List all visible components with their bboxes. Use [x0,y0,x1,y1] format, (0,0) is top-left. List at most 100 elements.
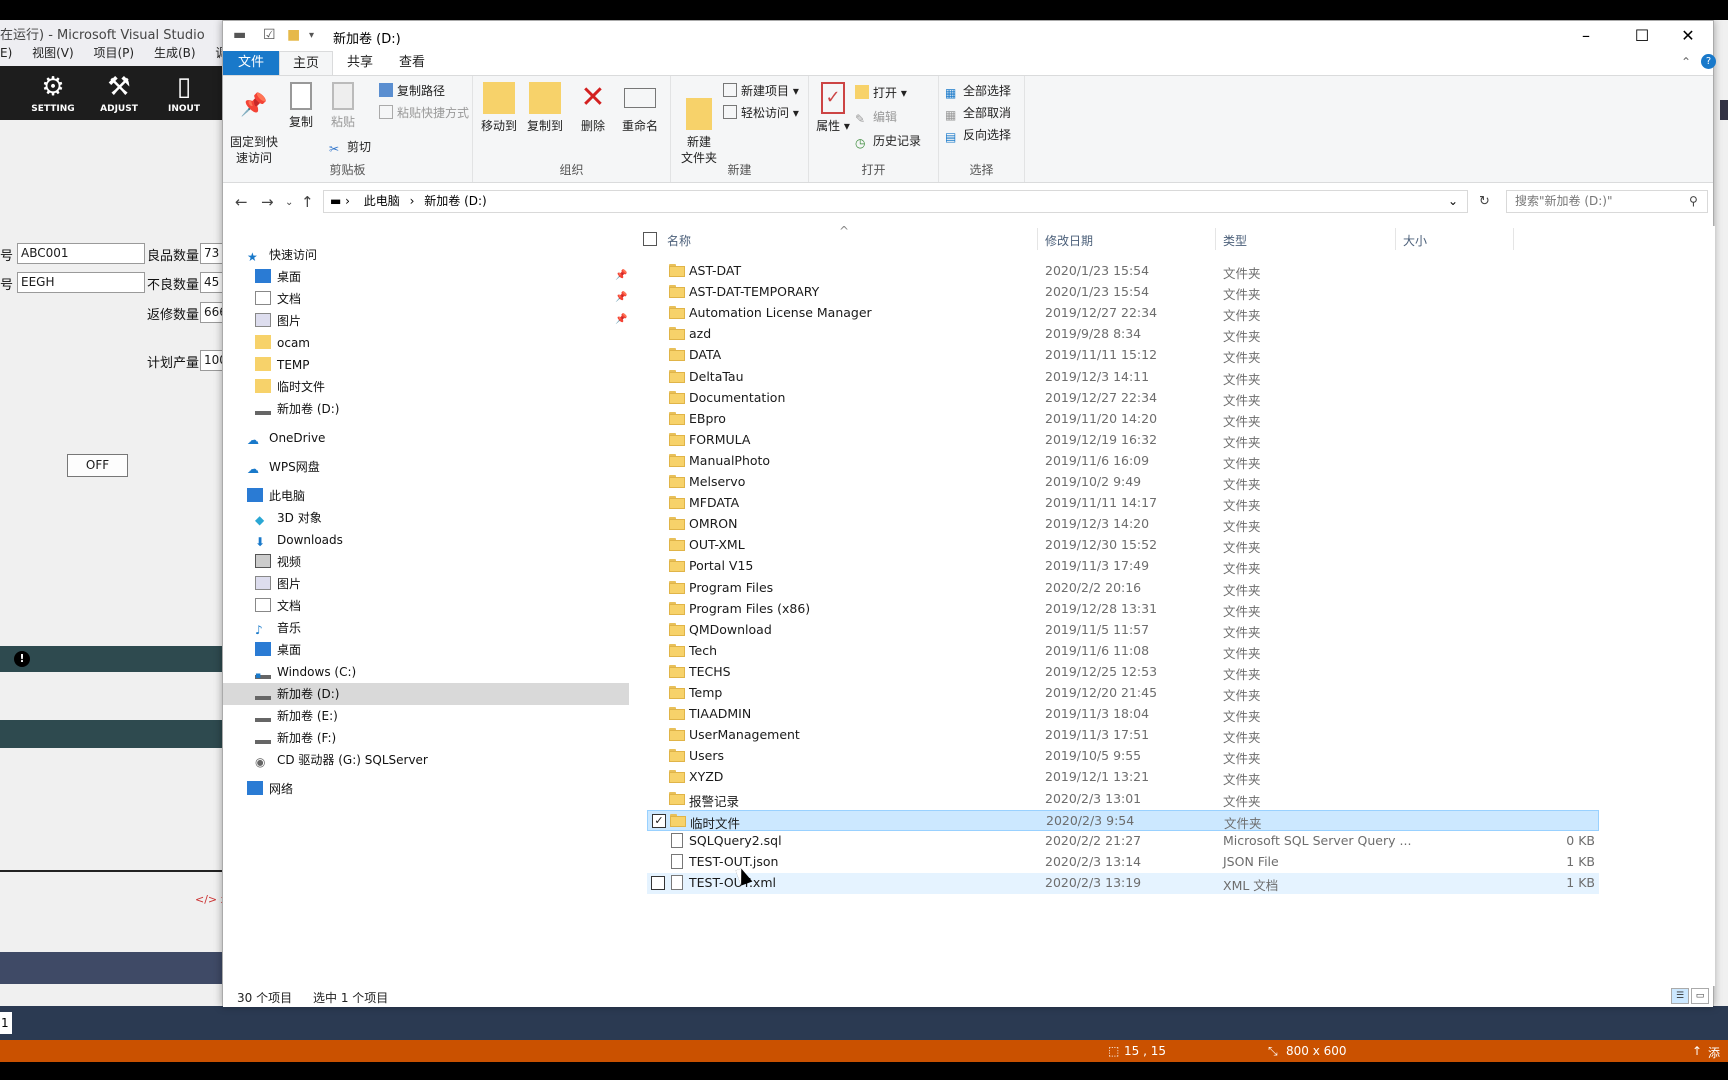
nav-quick-documents[interactable]: 文档 [255,288,301,310]
pin-quick-access-button[interactable]: 📌 固定到快 速访问 [229,82,279,166]
nav-drive-d[interactable]: 新加卷 (D:) [223,683,629,705]
nav-quick-access[interactable]: ★ 快速访问 [247,244,317,266]
tab-view[interactable]: 查看 [387,51,437,75]
search-icon[interactable]: ⚲ [1689,194,1698,208]
file-row[interactable]: SQLQuery2.sql 2020/2/2 21:27 Microsoft SQL… [647,831,1599,852]
easy-access-button[interactable]: 轻松访问 ▾ [723,104,799,122]
nav-3d-objects[interactable]: ◆ 3D 对象 [255,507,322,529]
select-all-checkbox[interactable] [643,232,657,246]
file-row[interactable]: EBpro 2019/11/20 14:20 文件夹 [647,409,1599,430]
address-dropdown-icon[interactable]: ⌄ [1448,191,1458,212]
file-row[interactable]: Users 2019/10/5 9:55 文件夹 [647,746,1599,767]
bad-count-input[interactable]: 45 [200,272,224,293]
qat-dropdown-icon[interactable]: ▾ [309,30,314,41]
maximize-button[interactable]: ☐ [1619,21,1665,51]
tab-share[interactable]: 共享 [335,51,385,75]
file-row[interactable]: XYZD 2019/12/1 13:21 文件夹 [647,767,1599,788]
up-arrow-icon[interactable]: ↑ [301,193,314,211]
copy-button[interactable]: 复制 [281,82,321,130]
nav-downloads[interactable]: ⬇ Downloads [255,529,343,551]
refresh-icon[interactable]: ↻ [1479,194,1490,209]
copy-path-button[interactable]: 复制路径 [379,82,445,100]
publish-icon[interactable]: ↑ [1692,1044,1702,1058]
breadcrumb-current[interactable]: 新加卷 (D:) [424,194,486,208]
id-input-2[interactable]: EEGH [17,272,145,293]
details-view-icon[interactable]: ☰ [1671,988,1689,1004]
help-icon[interactable]: ? [1701,54,1716,69]
vs-menu-view[interactable]: 视图(V) [32,44,74,61]
setting-button[interactable]: ⚙ SETTING [29,68,77,118]
minimize-button[interactable]: – [1563,21,1609,51]
new-folder-button[interactable]: 新建 文件夹 [677,82,721,166]
cut-button[interactable]: ✂ 剪切 [329,138,371,156]
vs-menu-build[interactable]: 生成(B) [154,44,196,61]
address-bar[interactable]: ▬ › 此电脑 › 新加卷 (D:) ⌄ [323,190,1468,213]
file-row[interactable]: QMDownload 2019/11/5 11:57 文件夹 [647,620,1599,641]
forward-arrow-icon[interactable]: → [261,193,274,211]
id-input-1[interactable]: ABC001 [17,243,145,264]
nav-desktop[interactable]: 桌面 [255,639,301,661]
nav-network[interactable]: 网络 [247,778,293,800]
file-row[interactable]: 报警记录 2020/2/3 13:01 文件夹 [647,789,1599,810]
nav-this-pc[interactable]: 此电脑 [247,485,305,507]
file-row[interactable]: DeltaTau 2019/12/3 14:11 文件夹 [647,367,1599,388]
nav-videos[interactable]: 视频 [255,551,301,573]
vs-menu-project[interactable]: 项目(P) [94,44,135,61]
nav-quick-tempfiles[interactable]: 临时文件 [255,376,325,398]
row-checkbox[interactable]: ✓ [652,814,666,828]
breadcrumb-this-pc[interactable]: 此电脑 [364,194,400,208]
column-separator[interactable] [1513,228,1514,250]
file-row[interactable]: DATA 2019/11/11 15:12 文件夹 [647,345,1599,366]
copy-to-button[interactable]: 复制到 [523,82,567,134]
collapse-ribbon-icon[interactable]: ⌃ [1681,55,1691,69]
adjust-button[interactable]: ⚒ ADJUST [95,68,143,118]
rename-button[interactable]: 重命名 [615,82,665,134]
file-row[interactable]: OUT-XML 2019/12/30 15:52 文件夹 [647,535,1599,556]
file-row[interactable]: ✓ 临时文件 2020/2/3 9:54 文件夹 [647,810,1599,831]
properties-button[interactable]: ✓ 属性 ▾ [815,82,851,134]
column-separator[interactable] [1395,228,1396,250]
column-separator[interactable] [1037,228,1038,250]
new-item-button[interactable]: 新建项目 ▾ [723,82,799,100]
file-row[interactable]: Temp 2019/12/20 21:45 文件夹 [647,683,1599,704]
nav-drive-e[interactable]: 新加卷 (E:) [255,705,338,727]
row-checkbox[interactable] [651,876,665,890]
file-row[interactable]: FORMULA 2019/12/19 16:32 文件夹 [647,430,1599,451]
nav-cd-drive-g[interactable]: ◉ CD 驱动器 (G:) SQLServer [255,749,428,771]
column-date[interactable]: 修改日期 [1045,232,1093,249]
move-to-button[interactable]: 移动到 [477,82,521,134]
file-row[interactable]: ManualPhoto 2019/11/6 16:09 文件夹 [647,451,1599,472]
search-input[interactable]: 搜索"新加卷 (D:)" [1506,190,1708,213]
nav-pictures[interactable]: 图片 [255,573,301,595]
nav-quick-pictures[interactable]: 图片 [255,310,301,332]
vs-menu-item[interactable]: E) [0,46,12,60]
nav-quick-temp[interactable]: TEMP [255,354,310,376]
good-count-input[interactable]: 73 [200,243,224,264]
file-row[interactable]: AST-DAT-TEMPORARY 2020/1/23 15:54 文件夹 [647,282,1599,303]
nav-music[interactable]: ♪ 音乐 [255,617,301,639]
recent-dropdown-icon[interactable]: ⌄ [285,197,293,208]
tab-home[interactable]: 主页 [279,51,333,75]
large-icons-view-icon[interactable]: ▭ [1691,988,1709,1004]
file-row[interactable]: Documentation 2019/12/27 22:34 文件夹 [647,388,1599,409]
properties-qat-icon[interactable]: ☑ [263,27,276,43]
file-row[interactable]: TEST-OUT.xml 2020/2/3 13:19 XML 文档 1 KB [647,873,1599,894]
nav-documents[interactable]: 文档 [255,595,301,617]
file-row[interactable]: Portal V15 2019/11/3 17:49 文件夹 [647,556,1599,577]
off-button[interactable]: OFF [67,454,128,477]
history-button[interactable]: ◷ 历史记录 [855,132,921,150]
file-row[interactable]: MFDATA 2019/11/11 14:17 文件夹 [647,493,1599,514]
column-size[interactable]: 大小 [1403,232,1427,249]
file-row[interactable]: azd 2019/9/28 8:34 文件夹 [647,324,1599,345]
file-row[interactable]: Program Files 2020/2/2 20:16 文件夹 [647,578,1599,599]
file-row[interactable]: AST-DAT 2020/1/23 15:54 文件夹 [647,261,1599,282]
back-arrow-icon[interactable]: ← [235,193,248,211]
nav-quick-ocam[interactable]: ocam [255,332,310,354]
file-row[interactable]: TECHS 2019/12/25 12:53 文件夹 [647,662,1599,683]
paste-button[interactable]: 粘贴 [323,82,363,130]
plan-output-input[interactable]: 100 [200,350,224,371]
delete-button[interactable]: ✕ 删除 [575,82,611,134]
repair-count-input[interactable]: 666 [200,302,224,323]
nav-drive-c[interactable]: ▪ Windows (C:) [255,661,356,683]
close-button[interactable]: ✕ [1665,21,1711,51]
